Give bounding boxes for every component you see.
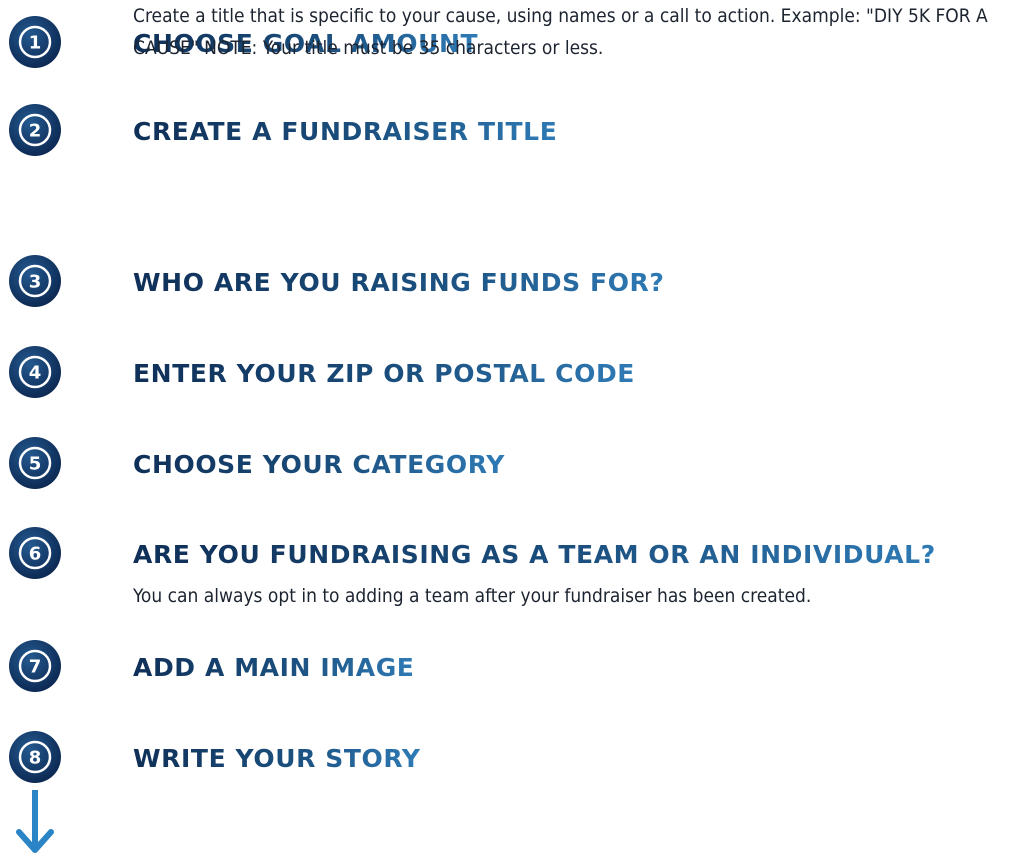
step-title: ENTER YOUR ZIP OR POSTAL CODE [133,359,635,388]
arrow-down-icon [16,790,54,853]
step-number: 6 [29,544,42,565]
step-title: CHOOSE YOUR CATEGORY [133,450,505,479]
step-number-badge: 4 [9,346,61,398]
step-number-badge: 3 [9,255,61,307]
step-number: 7 [29,657,42,678]
step-title: ARE YOU FUNDRAISING AS A TEAM OR AN INDI… [133,540,936,569]
step-description: You can always opt in to adding a team a… [133,585,812,607]
step-description: Create a title that is specific to your … [133,5,988,59]
step-number-badge: 7 [9,640,61,692]
step-number: 4 [29,363,42,384]
step-title: ADD A MAIN IMAGE [133,653,415,682]
step-number: 1 [29,33,42,54]
timeline-graphic: 1 2 3 4 5 6 7 8 [9,16,61,853]
step-number-badge: 6 [9,527,61,579]
step-number: 8 [29,748,42,769]
step-title: CREATE A FUNDRAISER TITLE [133,117,558,146]
step-number: 3 [29,272,42,293]
step-number-badge: 8 [9,731,61,783]
step-number-badge: 2 [9,104,61,156]
step-number: 2 [29,121,42,142]
step-number-badge: 1 [9,16,61,68]
step-number-badge: 5 [9,437,61,489]
step-number: 5 [29,454,42,475]
step-title: WRITE YOUR STORY [133,744,421,773]
step-title: WHO ARE YOU RAISING FUNDS FOR? [133,268,665,297]
